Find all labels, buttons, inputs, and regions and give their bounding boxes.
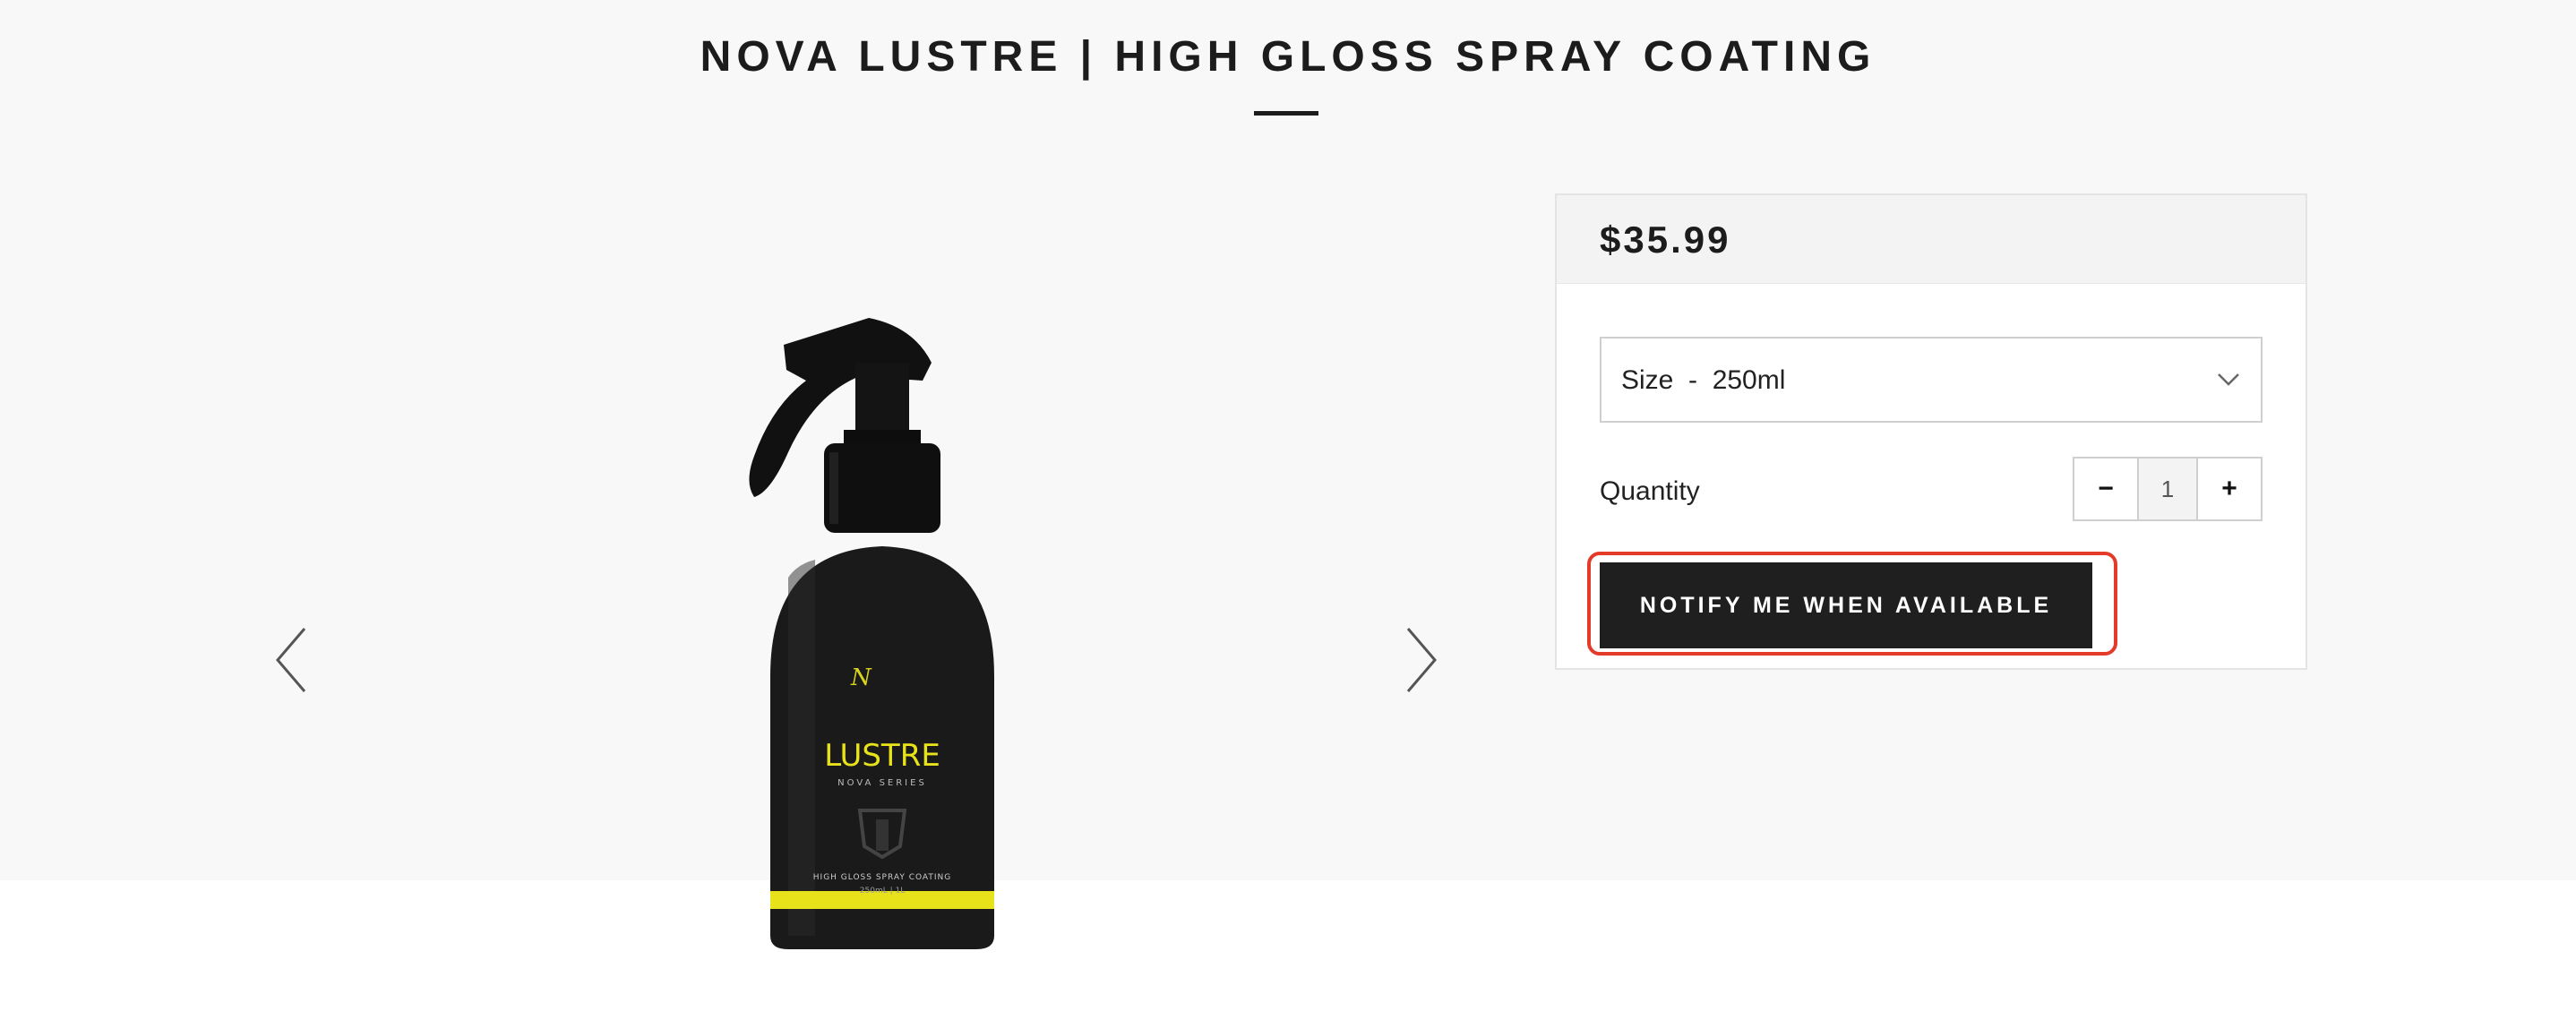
- notify-me-button[interactable]: NOTIFY ME WHEN AVAILABLE: [1600, 562, 2092, 648]
- page-title: NOVA LUSTRE | HIGH GLOSS SPRAY COATING: [700, 33, 1876, 81]
- price-bar: $35.99: [1557, 195, 2306, 284]
- size-select-value: Size - 250ml: [1621, 365, 1786, 395]
- quantity-increment-button[interactable]: +: [2196, 459, 2261, 519]
- quantity-input[interactable]: [2139, 459, 2196, 519]
- chevron-left-icon: [276, 628, 306, 692]
- quantity-stepper: − +: [2073, 457, 2263, 521]
- quantity-decrement-button[interactable]: −: [2074, 459, 2139, 519]
- product-price: $35.99: [1600, 219, 1731, 261]
- bottle-series-text: NOVA SERIES: [837, 778, 927, 788]
- svg-text:N: N: [850, 664, 872, 691]
- chevron-down-icon: [2218, 373, 2239, 386]
- quantity-label: Quantity: [1600, 476, 1700, 506]
- title-divider: [1254, 111, 1318, 116]
- product-image: N LUSTRE NOVA SERIES HIGH GLOSS SPRAY CO…: [708, 309, 994, 954]
- chevron-right-icon: [1406, 628, 1437, 692]
- bottle-logo-text: LUSTRE: [824, 738, 940, 774]
- bottle-volume-text: 250mL | 1L: [860, 887, 905, 896]
- size-select[interactable]: Size - 250ml: [1600, 337, 2263, 423]
- gallery-prev-button[interactable]: [269, 620, 322, 700]
- gallery-next-button[interactable]: [1390, 620, 1444, 700]
- purchase-panel: $35.99 Size - 250ml Quantity − + NOTIFY …: [1555, 193, 2307, 670]
- bottle-description-text: HIGH GLOSS SPRAY COATING: [813, 873, 951, 882]
